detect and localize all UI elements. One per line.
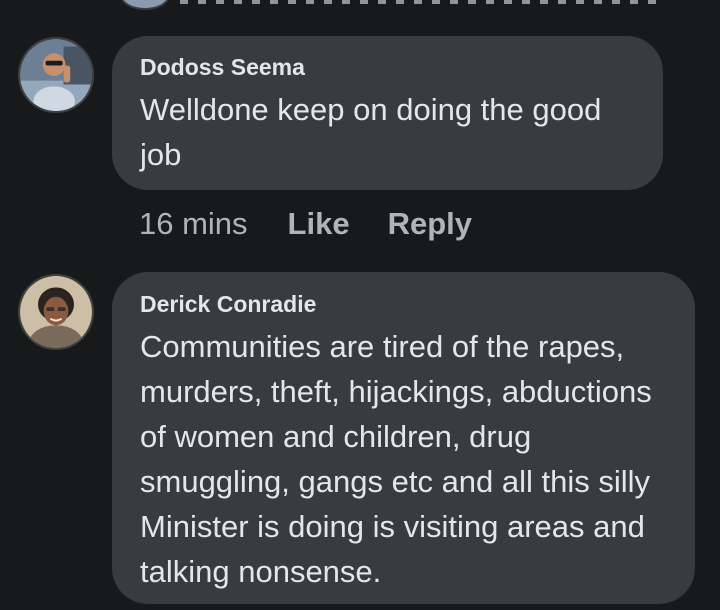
reply-button[interactable]: Reply xyxy=(388,206,472,242)
comment-actions: 16 mins Like Reply xyxy=(139,206,510,242)
comment-author[interactable]: Dodoss Seema xyxy=(140,54,635,81)
comment-bubble: Derick Conradie Communities are tired of… xyxy=(112,272,695,604)
comment-timestamp[interactable]: 16 mins xyxy=(139,206,248,242)
avatar-man-icon xyxy=(20,39,92,111)
comment-text: Communities are tired of the rapes, murd… xyxy=(140,329,652,589)
like-button[interactable]: Like xyxy=(288,206,350,242)
comment-text: Welldone keep on doing the good job xyxy=(140,92,602,172)
comment-author[interactable]: Derick Conradie xyxy=(140,291,667,318)
previous-avatar xyxy=(120,0,170,10)
avatar[interactable] xyxy=(18,274,94,350)
previous-comment-text-edge xyxy=(180,0,660,4)
avatar[interactable] xyxy=(18,37,94,113)
comment-bubble: Dodoss Seema Welldone keep on doing the … xyxy=(112,36,663,190)
avatar-woman-icon xyxy=(20,276,92,348)
previous-comment-edge xyxy=(0,0,720,10)
